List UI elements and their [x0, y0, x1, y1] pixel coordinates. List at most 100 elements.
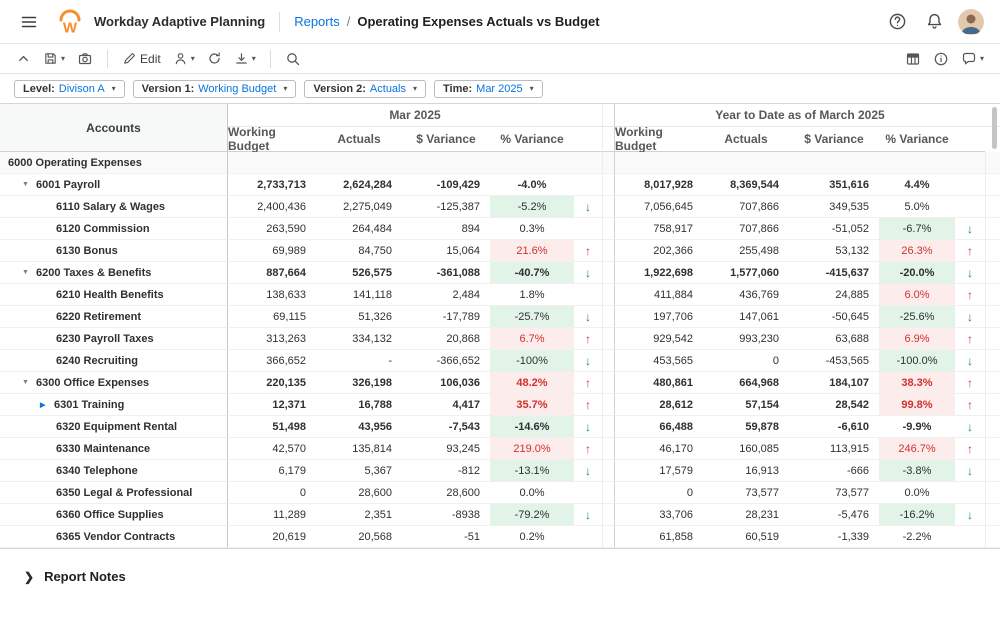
report-notes-toggle[interactable]: ❯ Report Notes: [24, 569, 1000, 584]
cell-pct-variance[interactable]: 0.3%: [490, 218, 574, 240]
cell-dollar-variance[interactable]: 349,535: [789, 196, 879, 218]
cell-working-budget[interactable]: 2,733,713: [228, 174, 316, 196]
user-avatar[interactable]: [958, 9, 984, 35]
cell-dollar-variance[interactable]: -6,610: [789, 416, 879, 438]
cell-pct-variance[interactable]: -13.1%: [490, 460, 574, 482]
expand-caret-icon[interactable]: ▶: [40, 401, 54, 409]
cell-dollar-variance[interactable]: -5,476: [789, 504, 879, 526]
cell-working-budget[interactable]: 11,289: [228, 504, 316, 526]
cell-pct-variance[interactable]: -4.0%: [490, 174, 574, 196]
cell-actuals[interactable]: [316, 152, 402, 174]
account-row-label[interactable]: 6330 Maintenance: [0, 438, 228, 460]
cell-pct-variance[interactable]: 99.8%: [879, 394, 955, 416]
collapse-caret-icon[interactable]: ▼: [22, 181, 36, 188]
cell-actuals[interactable]: 2,351: [316, 504, 402, 526]
collapse-caret-icon[interactable]: ▼: [22, 379, 36, 386]
account-row-label[interactable]: ▼6200 Taxes & Benefits: [0, 262, 228, 284]
cell-dollar-variance[interactable]: 106,036: [402, 372, 490, 394]
cell-working-budget[interactable]: 46,170: [615, 438, 703, 460]
cell-pct-variance[interactable]: 219.0%: [490, 438, 574, 460]
cell-actuals[interactable]: 135,814: [316, 438, 402, 460]
table-view-button[interactable]: [899, 48, 927, 70]
cell-pct-variance[interactable]: 0.0%: [490, 482, 574, 504]
account-row-label[interactable]: 6230 Payroll Taxes: [0, 328, 228, 350]
cell-actuals[interactable]: -: [316, 350, 402, 372]
cell-working-budget[interactable]: 220,135: [228, 372, 316, 394]
cell-pct-variance[interactable]: -5.2%: [490, 196, 574, 218]
cell-pct-variance[interactable]: -100.0%: [879, 350, 955, 372]
cell-working-budget[interactable]: [615, 152, 703, 174]
cell-pct-variance[interactable]: 48.2%: [490, 372, 574, 394]
cell-pct-variance[interactable]: 35.7%: [490, 394, 574, 416]
cell-working-budget[interactable]: 453,565: [615, 350, 703, 372]
cell-pct-variance[interactable]: 0.0%: [879, 482, 955, 504]
cell-actuals[interactable]: 707,866: [703, 218, 789, 240]
cell-actuals[interactable]: 334,132: [316, 328, 402, 350]
account-row-label[interactable]: ▼6001 Payroll: [0, 174, 228, 196]
account-row-label[interactable]: 6220 Retirement: [0, 306, 228, 328]
cell-working-budget[interactable]: 12,371: [228, 394, 316, 416]
cell-dollar-variance[interactable]: 93,245: [402, 438, 490, 460]
cell-actuals[interactable]: 16,913: [703, 460, 789, 482]
cell-pct-variance[interactable]: -9.9%: [879, 416, 955, 438]
cell-working-budget[interactable]: 28,612: [615, 394, 703, 416]
account-row-label[interactable]: 6210 Health Benefits: [0, 284, 228, 306]
breadcrumb-reports-link[interactable]: Reports: [294, 14, 340, 29]
cell-actuals[interactable]: [703, 152, 789, 174]
cell-dollar-variance[interactable]: 53,132: [789, 240, 879, 262]
account-row-label[interactable]: 6360 Office Supplies: [0, 504, 228, 526]
version1-filter-chip[interactable]: Version 1: Working Budget ▾: [133, 80, 297, 98]
cell-working-budget[interactable]: 61,858: [615, 526, 703, 548]
cell-pct-variance[interactable]: -14.6%: [490, 416, 574, 438]
cell-pct-variance[interactable]: 5.0%: [879, 196, 955, 218]
cell-working-budget[interactable]: 69,989: [228, 240, 316, 262]
cell-dollar-variance[interactable]: -8938: [402, 504, 490, 526]
cell-dollar-variance[interactable]: -415,637: [789, 262, 879, 284]
cell-working-budget[interactable]: 887,664: [228, 262, 316, 284]
cell-actuals[interactable]: 43,956: [316, 416, 402, 438]
cell-dollar-variance[interactable]: -666: [789, 460, 879, 482]
cell-pct-variance[interactable]: 6.7%: [490, 328, 574, 350]
cell-actuals[interactable]: 141,118: [316, 284, 402, 306]
cell-actuals[interactable]: 16,788: [316, 394, 402, 416]
save-button[interactable]: ▾: [37, 48, 71, 69]
cell-actuals[interactable]: 264,484: [316, 218, 402, 240]
cell-pct-variance[interactable]: -100%: [490, 350, 574, 372]
cell-dollar-variance[interactable]: 63,688: [789, 328, 879, 350]
search-button[interactable]: [279, 48, 307, 70]
account-row-label[interactable]: 6340 Telephone: [0, 460, 228, 482]
account-row-label[interactable]: 6130 Bonus: [0, 240, 228, 262]
cell-actuals[interactable]: 8,369,544: [703, 174, 789, 196]
cell-dollar-variance[interactable]: -51: [402, 526, 490, 548]
account-row-label[interactable]: 6240 Recruiting: [0, 350, 228, 372]
time-filter-chip[interactable]: Time: Mar 2025 ▾: [434, 80, 543, 98]
cell-dollar-variance[interactable]: -7,543: [402, 416, 490, 438]
download-button[interactable]: ▾: [228, 48, 262, 69]
cell-pct-variance[interactable]: -25.6%: [879, 306, 955, 328]
collapse-caret-icon[interactable]: ▼: [22, 269, 36, 276]
cell-working-budget[interactable]: [228, 152, 316, 174]
cell-pct-variance[interactable]: -16.2%: [879, 504, 955, 526]
cell-working-budget[interactable]: 66,488: [615, 416, 703, 438]
cell-actuals[interactable]: 60,519: [703, 526, 789, 548]
cell-pct-variance[interactable]: 4.4%: [879, 174, 955, 196]
cell-actuals[interactable]: 147,061: [703, 306, 789, 328]
cell-actuals[interactable]: 84,750: [316, 240, 402, 262]
cell-dollar-variance[interactable]: [789, 152, 879, 174]
cell-working-budget[interactable]: 138,633: [228, 284, 316, 306]
cell-working-budget[interactable]: 69,115: [228, 306, 316, 328]
cell-dollar-variance[interactable]: 351,616: [789, 174, 879, 196]
cell-actuals[interactable]: 59,878: [703, 416, 789, 438]
cell-actuals[interactable]: 51,326: [316, 306, 402, 328]
cell-pct-variance[interactable]: 38.3%: [879, 372, 955, 394]
cell-actuals[interactable]: 436,769: [703, 284, 789, 306]
info-button[interactable]: [927, 48, 955, 70]
cell-working-budget[interactable]: 7,056,645: [615, 196, 703, 218]
cell-actuals[interactable]: 2,624,284: [316, 174, 402, 196]
account-row-label[interactable]: 6350 Legal & Professional: [0, 482, 228, 504]
cell-dollar-variance[interactable]: -50,645: [789, 306, 879, 328]
cell-dollar-variance[interactable]: 4,417: [402, 394, 490, 416]
account-row-label[interactable]: ▼6300 Office Expenses: [0, 372, 228, 394]
cell-dollar-variance[interactable]: 184,107: [789, 372, 879, 394]
cell-pct-variance[interactable]: -79.2%: [490, 504, 574, 526]
